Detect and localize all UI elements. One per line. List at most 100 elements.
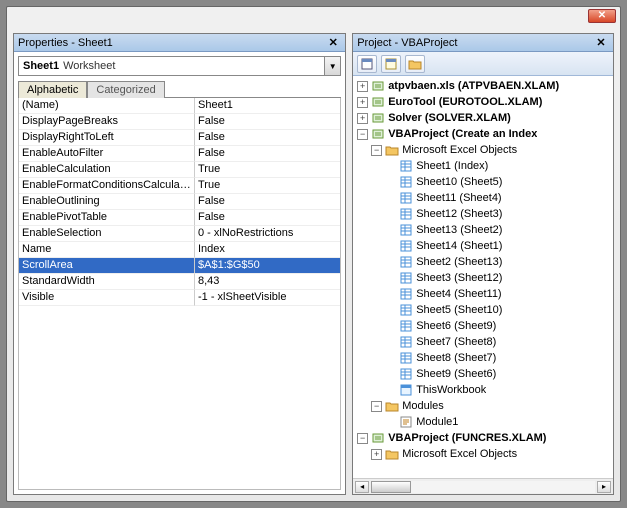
tree-node[interactable]: +Microsoft Excel Objects (371, 446, 611, 462)
property-value[interactable]: True (195, 162, 340, 178)
object-selector[interactable]: Sheet1 Worksheet ▼ (18, 56, 341, 76)
tree-node[interactable]: Sheet5 (Sheet10) (385, 302, 611, 318)
tree-node[interactable]: Sheet2 (Sheet13) (385, 254, 611, 270)
property-value[interactable]: False (195, 194, 340, 210)
tree-node-label: Sheet6 (Sheet9) (416, 320, 496, 332)
sheet-icon (398, 175, 414, 189)
sheet-icon (398, 207, 414, 221)
properties-close-button[interactable]: ✕ (325, 36, 341, 50)
tree-node[interactable]: +atpvbaen.xls (ATPVBAEN.XLAM) (357, 78, 611, 94)
folder-icon (384, 143, 400, 157)
tree-node-label: Sheet11 (Sheet4) (416, 192, 501, 204)
object-selector-dropdown[interactable]: ▼ (324, 57, 340, 75)
folder-icon (384, 399, 400, 413)
properties-grid[interactable]: (Name)Sheet1DisplayPageBreaksFalseDispla… (18, 98, 341, 490)
property-name: DisplayRightToLeft (19, 130, 195, 146)
tree-node[interactable]: − Modules (371, 398, 611, 414)
property-value[interactable]: False (195, 146, 340, 162)
tree-node[interactable]: Sheet11 (Sheet4) (385, 190, 611, 206)
project-titlebar[interactable]: Project - VBAProject ✕ (353, 34, 613, 52)
tree-node[interactable]: Sheet4 (Sheet11) (385, 286, 611, 302)
property-name: EnableSelection (19, 226, 195, 242)
tree-node[interactable]: −VBAProject (Create an Index (357, 126, 611, 142)
tree-node-label: Sheet12 (Sheet3) (416, 208, 502, 220)
object-name: Sheet1 (23, 60, 59, 72)
expand-icon[interactable]: + (357, 81, 368, 92)
vbproj-icon (370, 79, 386, 93)
tree-node-label: EuroTool (EUROTOOL.XLAM) (388, 96, 542, 108)
tree-node[interactable]: Module1 (385, 414, 611, 430)
scroll-thumb[interactable] (371, 481, 411, 493)
tree-node[interactable]: Sheet3 (Sheet12) (385, 270, 611, 286)
property-row[interactable]: NameIndex (19, 242, 340, 258)
property-name: EnableAutoFilter (19, 146, 195, 162)
property-row[interactable]: EnableCalculationTrue (19, 162, 340, 178)
tree-node-label: Modules (402, 400, 444, 412)
property-row[interactable]: EnableFormatConditionsCalculationTrue (19, 178, 340, 194)
property-row[interactable]: DisplayPageBreaksFalse (19, 114, 340, 130)
tree-node[interactable]: Sheet10 (Sheet5) (385, 174, 611, 190)
tab-categorized[interactable]: Categorized (87, 81, 164, 98)
properties-titlebar[interactable]: Properties - Sheet1 ✕ (14, 34, 345, 52)
tab-alphabetic[interactable]: Alphabetic (18, 81, 87, 98)
property-name: DisplayPageBreaks (19, 114, 195, 130)
property-value[interactable]: 8,43 (195, 274, 340, 290)
collapse-icon[interactable]: − (357, 433, 368, 444)
tree-node[interactable]: +Solver (SOLVER.XLAM) (357, 110, 611, 126)
tree-node[interactable]: Sheet7 (Sheet8) (385, 334, 611, 350)
sheet-icon (398, 223, 414, 237)
project-close-button[interactable]: ✕ (593, 36, 609, 50)
property-value[interactable]: False (195, 114, 340, 130)
property-row[interactable]: (Name)Sheet1 (19, 98, 340, 114)
view-object-button[interactable] (381, 55, 401, 73)
tree-node[interactable]: Sheet6 (Sheet9) (385, 318, 611, 334)
property-value[interactable]: False (195, 210, 340, 226)
property-value[interactable]: 0 - xlNoRestrictions (195, 226, 340, 242)
property-value[interactable]: -1 - xlSheetVisible (195, 290, 340, 306)
property-name: EnableFormatConditionsCalculation (19, 178, 195, 194)
view-code-button[interactable] (357, 55, 377, 73)
toggle-folders-button[interactable] (405, 55, 425, 73)
property-row[interactable]: EnableSelection0 - xlNoRestrictions (19, 226, 340, 242)
tree-node[interactable]: Sheet8 (Sheet7) (385, 350, 611, 366)
tree-node[interactable]: Sheet1 (Index) (385, 158, 611, 174)
horizontal-scrollbar[interactable]: ◂ ▸ (353, 478, 613, 494)
tree-node[interactable]: ThisWorkbook (385, 382, 611, 398)
property-row[interactable]: Visible-1 - xlSheetVisible (19, 290, 340, 306)
tree-node[interactable]: −VBAProject (FUNCRES.XLAM) (357, 430, 611, 446)
property-row[interactable]: EnableAutoFilterFalse (19, 146, 340, 162)
property-value[interactable]: True (195, 178, 340, 194)
folder-icon (384, 447, 400, 461)
scroll-right-button[interactable]: ▸ (597, 481, 611, 493)
property-value[interactable]: False (195, 130, 340, 146)
tree-node[interactable]: Sheet9 (Sheet6) (385, 366, 611, 382)
property-row[interactable]: StandardWidth8,43 (19, 274, 340, 290)
expand-icon[interactable]: + (357, 97, 368, 108)
sheet-icon (398, 255, 414, 269)
tree-node[interactable]: Sheet13 (Sheet2) (385, 222, 611, 238)
property-row[interactable]: EnableOutliningFalse (19, 194, 340, 210)
tree-node[interactable]: −Microsoft Excel Objects (371, 142, 611, 158)
collapse-icon[interactable]: − (357, 129, 368, 140)
tree-node[interactable]: Sheet12 (Sheet3) (385, 206, 611, 222)
property-value[interactable]: Index (195, 242, 340, 258)
scroll-left-button[interactable]: ◂ (355, 481, 369, 493)
scroll-track[interactable] (371, 481, 595, 493)
collapse-icon[interactable]: − (371, 145, 382, 156)
property-value[interactable]: $A$1:$G$50 (195, 258, 340, 274)
property-row[interactable]: ScrollArea$A$1:$G$50 (19, 258, 340, 274)
expand-icon[interactable]: + (371, 449, 382, 460)
sheet-icon (398, 239, 414, 253)
tree-node[interactable]: Sheet14 (Sheet1) (385, 238, 611, 254)
tree-node[interactable]: + EuroTool (EUROTOOL.XLAM) (357, 94, 611, 110)
property-row[interactable]: DisplayRightToLeftFalse (19, 130, 340, 146)
vbproj-icon (370, 431, 386, 445)
expand-icon[interactable]: + (357, 113, 368, 124)
collapse-icon[interactable]: − (371, 401, 382, 412)
window-close-button[interactable]: ✕ (588, 9, 616, 23)
property-value[interactable]: Sheet1 (195, 98, 340, 114)
tree-node-label: Sheet4 (Sheet11) (416, 288, 501, 300)
property-row[interactable]: EnablePivotTableFalse (19, 210, 340, 226)
project-tree[interactable]: +atpvbaen.xls (ATPVBAEN.XLAM)+EuroTool (… (353, 76, 613, 478)
sheet-icon (398, 319, 414, 333)
